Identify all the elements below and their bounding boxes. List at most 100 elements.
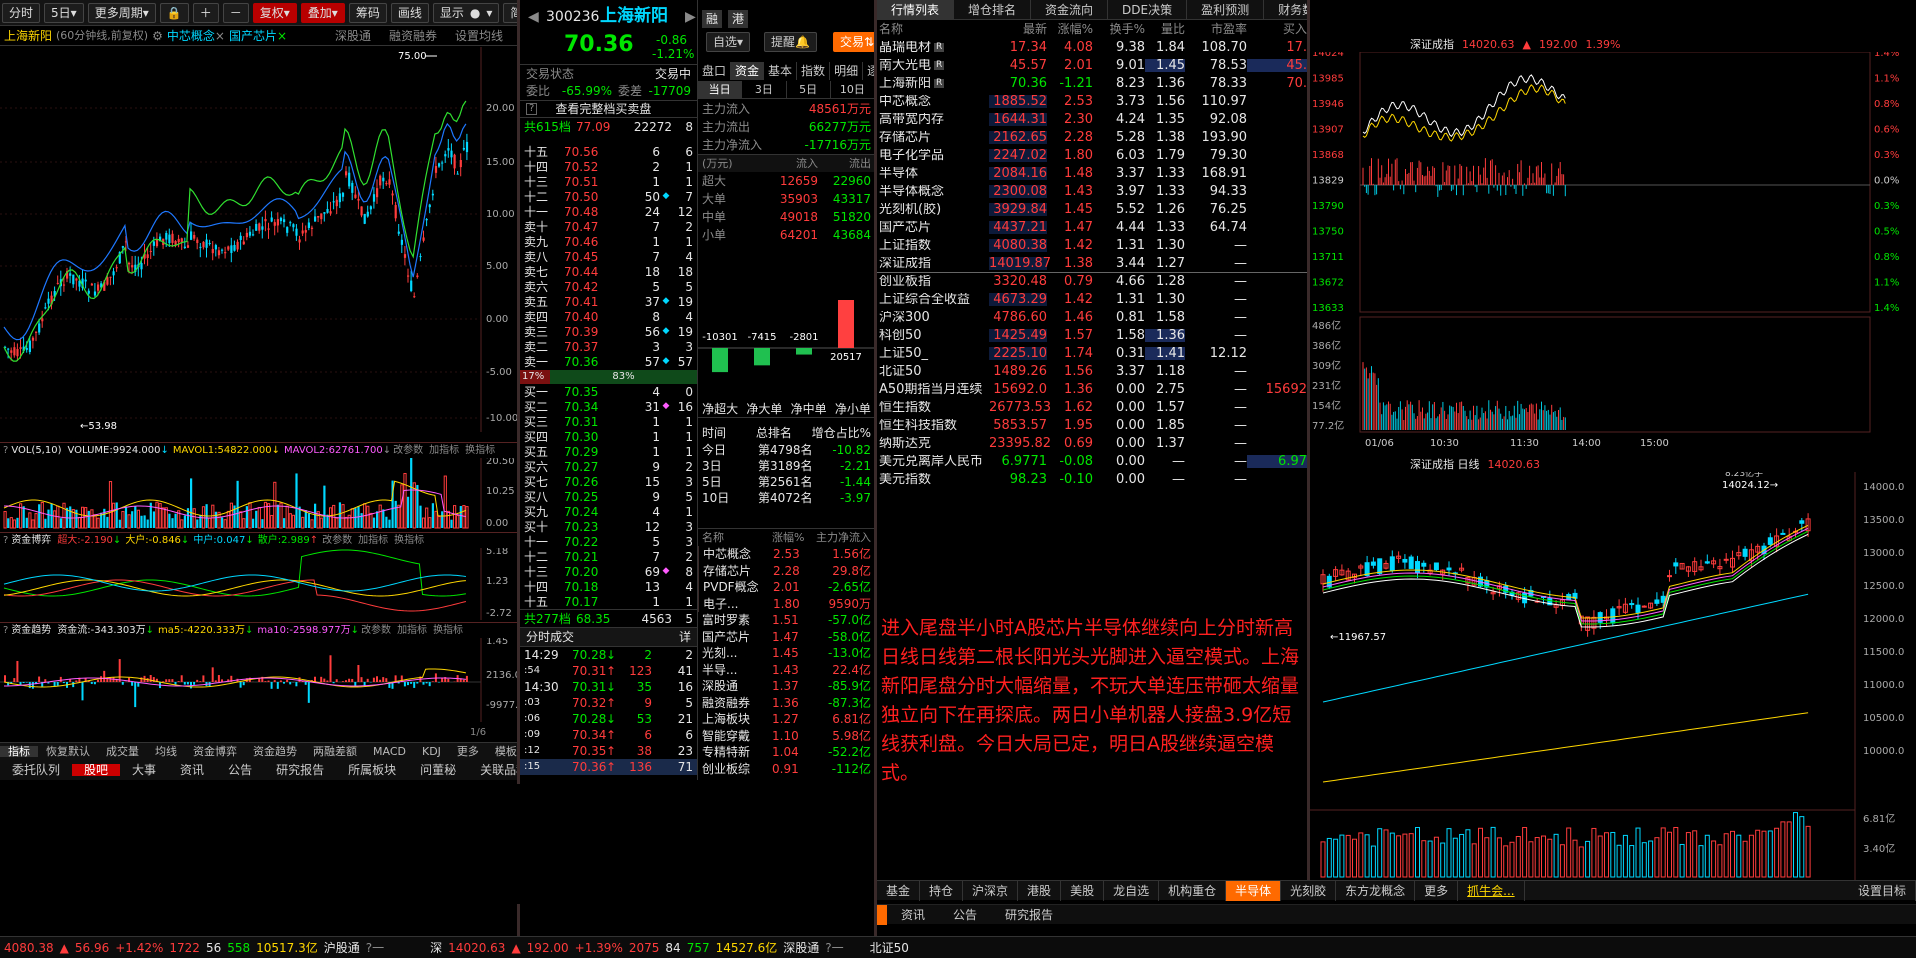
more-period-button[interactable]: 更多周期 ▾ bbox=[87, 2, 156, 23]
index-daily-chart[interactable]: 14000.0 13500.0 13000.0 12500.0 12000.0 11500… bbox=[1310, 472, 1916, 900]
ask-row[interactable]: 卖七 70.44 18 18 bbox=[520, 264, 697, 279]
question-icon[interactable]: ? bbox=[3, 535, 8, 546]
day-tab-2[interactable]: 5日 bbox=[787, 80, 831, 99]
bottom-tab-11[interactable]: 抓牛会... bbox=[1458, 880, 1525, 901]
indicator-tab-4[interactable]: 资金博弈 bbox=[185, 746, 245, 757]
question-icon[interactable]: ? bbox=[3, 445, 8, 456]
link-rzrq[interactable]: 融资融券 bbox=[389, 30, 437, 42]
overlay-button[interactable]: 叠加 ▾ bbox=[300, 2, 345, 23]
fundtrend-change-param[interactable]: 改参数 bbox=[361, 625, 391, 636]
sector-row[interactable]: 光刻... 1.45 -13.0亿 bbox=[698, 645, 874, 662]
bid-row[interactable]: 买八 70.25 9 5 bbox=[520, 489, 697, 504]
sh-index[interactable]: 4080.38 bbox=[4, 942, 54, 954]
bz-label[interactable]: 北证50 bbox=[870, 942, 909, 954]
fund-tab-0[interactable]: 盘口 bbox=[698, 62, 732, 80]
sector-row[interactable]: 深股通 1.37 -85.9亿 bbox=[698, 678, 874, 695]
index-intraday-chart[interactable]: 14024 1.4% 13985 1.1% 13946 0.8% 13907 0.6% 1386… bbox=[1310, 52, 1916, 452]
tick-row[interactable]: :06 70.28 ↓ 53 21 bbox=[520, 711, 697, 727]
quote-row[interactable]: 创业板指 3320.48 0.79 4.66 1.28 — bbox=[877, 272, 1307, 290]
news-tab-8[interactable]: 关联品种 bbox=[468, 764, 517, 776]
sector-row[interactable]: 富时罗素 1.51 -57.0亿 bbox=[698, 612, 874, 629]
close-icon[interactable]: × bbox=[277, 30, 287, 42]
close-icon[interactable]: × bbox=[215, 30, 225, 42]
sgt-label[interactable]: 深股通 bbox=[783, 942, 819, 954]
quote-row[interactable]: 国产芯片 4437.21 1.47 4.44 1.33 64.74 bbox=[877, 218, 1307, 236]
indicator-tab-0[interactable]: 指标 bbox=[0, 746, 38, 757]
sector-row[interactable]: 国产芯片 1.47 -58.0亿 bbox=[698, 629, 874, 646]
indicator-tab-9[interactable]: 更多 bbox=[449, 746, 487, 757]
quote-row[interactable]: 上证50_ 2225.10 1.74 0.31 1.41 12.12 bbox=[877, 344, 1307, 362]
quote-row[interactable]: 晶瑞电材 R 17.34 4.08 9.38 1.84 108.70 17. bbox=[877, 38, 1307, 56]
draw-button[interactable]: 画线 bbox=[390, 2, 429, 23]
bottom-tab-5[interactable]: 龙自选 bbox=[1104, 880, 1160, 901]
fundgame-swap-indicator[interactable]: 换指标 bbox=[394, 535, 424, 546]
indicator-tab-7[interactable]: MACD bbox=[365, 746, 414, 757]
link-ma[interactable]: 设置均线 bbox=[455, 30, 503, 42]
tick-row[interactable]: :12 70.35 ↑ 38 23 bbox=[520, 743, 697, 759]
ask-row[interactable]: 卖八 70.45 7 4 bbox=[520, 249, 697, 264]
tick-row[interactable]: :03 70.32 ↑ 9 5 bbox=[520, 695, 697, 711]
display-button[interactable]: 显示 ● ▾ bbox=[432, 2, 500, 23]
watchlist-button[interactable]: 自选 ▾ bbox=[706, 32, 751, 52]
quote-tab-1[interactable]: 增仓排名 bbox=[954, 0, 1032, 20]
bottom-tab-2[interactable]: 沪深京 bbox=[963, 880, 1019, 901]
quote-row[interactable]: 北证50 1489.26 1.56 3.37 1.18 — bbox=[877, 362, 1307, 380]
news-tab-5[interactable]: 研究报告 bbox=[264, 764, 336, 776]
fundgame-add-indicator[interactable]: 加指标 bbox=[358, 535, 388, 546]
quote-row[interactable]: 深证成指 14019.87 1.38 3.44 1.27 — bbox=[877, 254, 1307, 272]
tick-row[interactable]: :54 70.31 ↑ 123 41 bbox=[520, 663, 697, 679]
bid-row[interactable]: 买十 70.23 12 3 bbox=[520, 519, 697, 534]
fundgame-change-param[interactable]: 改参数 bbox=[322, 535, 352, 546]
period-button-fenshi[interactable]: 分时 bbox=[2, 2, 41, 23]
ask-row[interactable]: 十三 70.51 1 1 bbox=[520, 174, 697, 189]
news-tab-3[interactable]: 资讯 bbox=[168, 764, 216, 776]
simple-button[interactable]: 简约 bbox=[503, 2, 517, 23]
vol-change-param[interactable]: 改参数 bbox=[393, 445, 423, 456]
bottom-tab-12[interactable]: 设置目标 bbox=[1849, 880, 1916, 901]
ask-row[interactable]: 卖十 70.47 7 2 bbox=[520, 219, 697, 234]
bid-row[interactable]: 十二 70.21 7 2 bbox=[520, 549, 697, 564]
tick-row[interactable]: :15 70.36 ↑ 136 71 bbox=[520, 759, 697, 775]
next-arrow-icon[interactable]: ▶ bbox=[685, 10, 696, 24]
bottom-tab-9[interactable]: 东方龙概念 bbox=[1336, 880, 1416, 901]
question-icon[interactable]: ? bbox=[3, 625, 8, 636]
bottom-tab-4[interactable]: 美股 bbox=[1061, 880, 1105, 901]
quote-row[interactable]: 高带宽内存 1644.31 2.30 4.24 1.35 92.08 bbox=[877, 110, 1307, 128]
indicator-tab-2[interactable]: 成交量 bbox=[98, 746, 147, 757]
bid-row[interactable]: 买二 70.34 31 ◆ 16 bbox=[520, 399, 697, 414]
fund-tab-3[interactable]: 指数 bbox=[797, 62, 831, 80]
tag-gang[interactable]: 港 bbox=[728, 10, 749, 28]
ask-row[interactable]: 卖九 70.46 1 1 bbox=[520, 234, 697, 249]
fund-tab-1[interactable]: 资金 bbox=[731, 62, 765, 80]
sector-row[interactable]: 存储芯片 2.28 29.8亿 bbox=[698, 562, 874, 579]
tick-row[interactable]: :09 70.34 ↑ 6 6 bbox=[520, 727, 697, 743]
sector-row[interactable]: PVDF概念 2.01 -2.65亿 bbox=[698, 579, 874, 596]
period-button-5day[interactable]: 5日 ▾ bbox=[44, 2, 84, 23]
ticks-detail-button[interactable]: 详 bbox=[679, 631, 691, 643]
day-tab-0[interactable]: 当日 bbox=[698, 80, 743, 99]
day-tab-3[interactable]: 10日 bbox=[831, 80, 874, 99]
full-book-link[interactable]: ? 查看完整档买卖盘 bbox=[520, 100, 697, 118]
bid-row[interactable]: 买六 70.27 9 2 bbox=[520, 459, 697, 474]
bid-row[interactable]: 买一 70.35 4 0 bbox=[520, 384, 697, 399]
bid-row[interactable]: 十四 70.18 13 4 bbox=[520, 579, 697, 594]
quote-row[interactable]: 沪深300 4786.60 1.46 0.81 1.58 — bbox=[877, 308, 1307, 326]
overlay-1[interactable]: 中芯概念 bbox=[167, 30, 215, 42]
indicator-tab-8[interactable]: KDJ bbox=[414, 746, 449, 757]
fuquan-button[interactable]: 复权 ▾ bbox=[252, 2, 297, 23]
quote-row[interactable]: 美元兑离岸人民币 6.9771 -0.08 0.00— —6.97 bbox=[877, 452, 1307, 470]
quote-row[interactable]: 存储芯片 2162.65 2.28 5.28 1.38 193.90 bbox=[877, 128, 1307, 146]
quote-row[interactable]: 纳斯达克 23395.82 0.69 0.00 1.37 — bbox=[877, 434, 1307, 452]
sz-index[interactable]: 14020.63 bbox=[448, 942, 505, 954]
news-tab-2[interactable]: 大事 bbox=[120, 764, 168, 776]
bid-row[interactable]: 十三 70.20 69 ◆ 8 bbox=[520, 564, 697, 579]
fund-tab-4[interactable]: 明细 bbox=[830, 62, 864, 80]
bottom-tab-7[interactable]: 半导体 bbox=[1226, 880, 1282, 901]
bottom-tab-3[interactable]: 港股 bbox=[1018, 880, 1062, 901]
minus-icon[interactable]: － bbox=[222, 2, 249, 23]
bid-row[interactable]: 买七 70.26 15 3 bbox=[520, 474, 697, 489]
tick-row[interactable]: 14:29 70.28 ↓ 2 2 bbox=[520, 647, 697, 663]
quote-row[interactable]: 美元指数 98.23 -0.10 0.00 — — bbox=[877, 470, 1307, 488]
sector-row[interactable]: 半导... 1.43 22.4亿 bbox=[698, 662, 874, 679]
sector-row[interactable]: 专精特新 1.04 -52.2亿 bbox=[698, 744, 874, 761]
